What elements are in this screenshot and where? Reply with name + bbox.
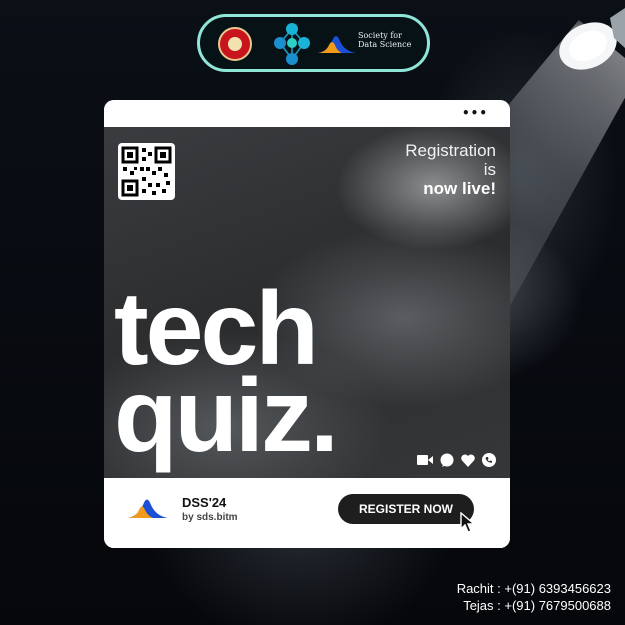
sds-name-line2: Data Science (358, 40, 412, 49)
college-seal-logo (218, 27, 252, 61)
contact-tejas: Tejas : +(91) 7679500688 (463, 598, 611, 613)
spotlight-lamp-icon (559, 8, 625, 70)
card-image: Registration is now live! tech quiz. (104, 127, 510, 478)
registration-line1: Registration (405, 141, 496, 160)
chat-icon[interactable] (440, 453, 454, 467)
card-footer: DSS'24 by sds.bitm REGISTER NOW (104, 478, 510, 548)
pointer-cursor-icon (460, 512, 476, 533)
sds-logo (318, 36, 356, 53)
social-icons (417, 453, 496, 467)
event-organizer: by sds.bitm (182, 512, 238, 523)
heart-icon[interactable] (461, 454, 475, 467)
partner-logos-pill: Society for Data Science (197, 14, 430, 72)
network-logo (274, 23, 310, 65)
poster: Society for Data Science ••• Registratio… (0, 0, 625, 625)
registration-notice: Registration is now live! (405, 141, 496, 198)
sds-name: Society for Data Science (358, 31, 411, 49)
video-icon[interactable] (417, 454, 433, 466)
sds-logo-footer (128, 499, 168, 518)
social-post-card: ••• Registration is now live! tech quiz.… (104, 100, 510, 548)
more-dots-icon[interactable]: ••• (462, 107, 488, 119)
card-header: ••• (104, 100, 510, 127)
title-line2: quiz. (114, 358, 339, 474)
sds-name-line1: Society for (358, 31, 402, 40)
event-name: DSS'24 (182, 495, 227, 510)
phone-icon[interactable] (482, 453, 496, 467)
registration-line3: now live! (423, 179, 496, 198)
contact-rachit: Rachit : +(91) 6393456623 (456, 581, 611, 596)
register-now-button[interactable]: REGISTER NOW (338, 494, 474, 524)
registration-line2: is (483, 160, 496, 179)
qr-code[interactable] (118, 143, 175, 200)
contact-info: Rachit : +(91) 6393456623 Tejas : +(91) … (457, 580, 611, 614)
